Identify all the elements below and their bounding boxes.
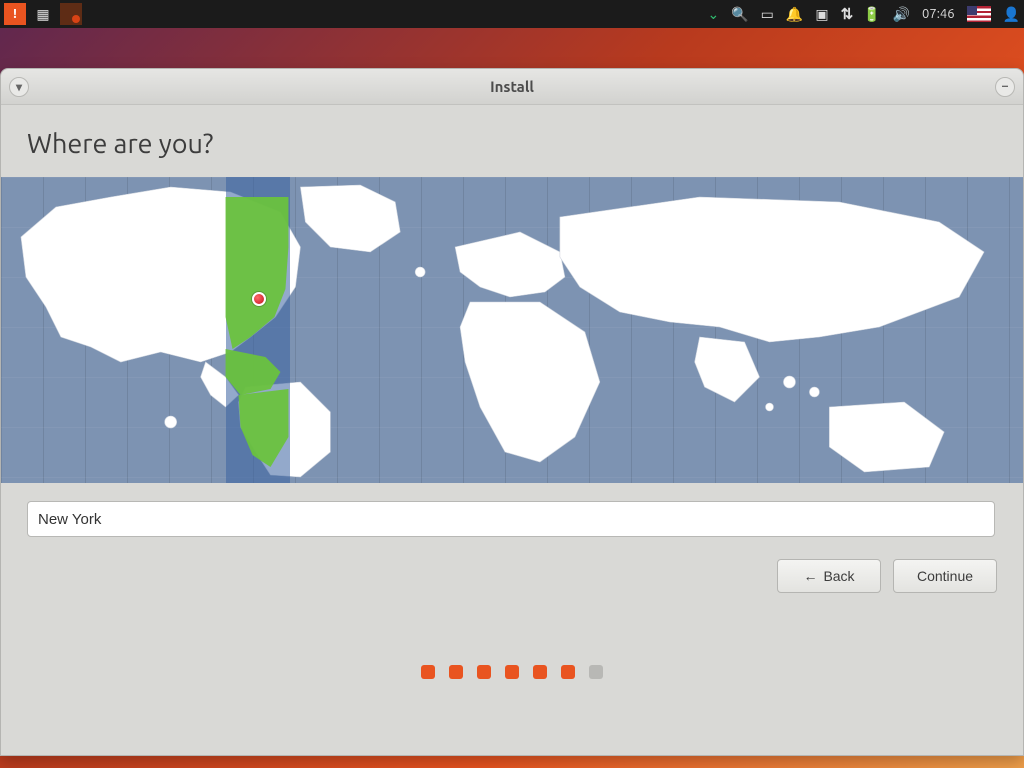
page-heading: Where are you? [27,129,997,159]
software-updater-icon[interactable] [60,3,82,25]
progress-dots [27,665,997,679]
camera-icon[interactable]: ▣ [815,7,828,21]
timezone-input[interactable] [27,501,995,537]
search-icon[interactable]: 🔍 [731,7,748,21]
apps-icon[interactable]: ▦ [32,3,54,25]
progress-dot [589,665,603,679]
bell-icon[interactable]: 🔔 [786,7,803,21]
back-button-label: Back [823,568,854,584]
location-pin-icon [252,292,266,306]
progress-dot [505,665,519,679]
progress-dot [561,665,575,679]
arrow-left-icon: ← [803,568,817,584]
window-close-icon[interactable]: – [995,77,1015,97]
timezone-map[interactable] [1,177,1023,483]
workspace-icon[interactable]: ▭ [761,7,774,21]
window-menu-icon[interactable]: ▾ [9,77,29,97]
battery-icon[interactable]: 🔋 [863,7,880,21]
top-panel: ! ▦ ⌄ 🔍 ▭ 🔔 ▣ ⇅ 🔋 🔊 07:46 👤 [0,0,1024,28]
window-title: Install [490,78,534,95]
network-icon[interactable]: ⇅ [841,5,852,23]
nav-buttons: ← Back Continue [27,559,997,593]
progress-dot [421,665,435,679]
dropdown-icon[interactable]: ⌄ [708,6,720,23]
progress-dot [477,665,491,679]
progress-dot [449,665,463,679]
volume-icon[interactable]: 🔊 [893,7,910,21]
continue-button-label: Continue [917,568,973,584]
launcher-icon[interactable]: ! [4,3,26,25]
selected-timezone-land [1,177,1023,483]
installer-window: ▾ Install – Where are you? [0,68,1024,756]
continue-button[interactable]: Continue [893,559,997,593]
window-titlebar: ▾ Install – [1,69,1023,105]
clock[interactable]: 07:46 [922,7,955,21]
progress-dot [533,665,547,679]
back-button[interactable]: ← Back [777,559,881,593]
keyboard-layout-flag-icon[interactable] [967,6,991,22]
user-icon[interactable]: 👤 [1003,7,1020,21]
